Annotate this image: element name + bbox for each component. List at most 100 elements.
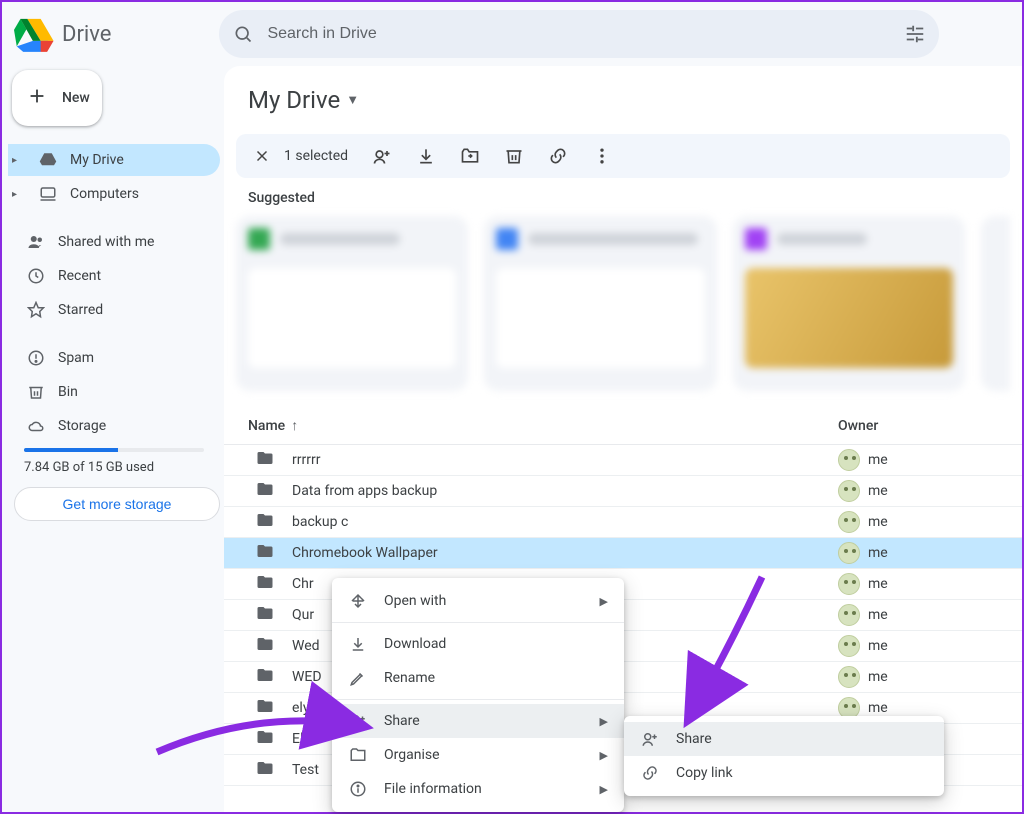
open-with-icon — [348, 592, 368, 610]
share-submenu: Share Copy link — [624, 716, 944, 796]
pencil-icon — [348, 669, 368, 687]
owner-cell: me — [838, 666, 998, 688]
clock-icon — [26, 267, 46, 285]
search-input[interactable] — [255, 25, 903, 43]
submenu-label: Share — [676, 731, 712, 747]
owner-cell: me — [838, 573, 998, 595]
move-selection-button[interactable] — [452, 138, 488, 174]
folder-icon — [256, 573, 276, 595]
product-name: Drive — [62, 22, 111, 47]
chevron-right-icon: ▶ — [600, 749, 608, 762]
menu-open-with[interactable]: Open with ▶ — [332, 584, 624, 618]
breadcrumb[interactable]: My Drive ▼ — [238, 82, 369, 118]
table-row[interactable]: rrrrrr me — [224, 445, 1022, 476]
submenu-copy-link[interactable]: Copy link — [624, 756, 944, 790]
search-bar[interactable] — [219, 10, 939, 58]
menu-share[interactable]: Share ▶ — [332, 704, 624, 738]
owner-cell: me — [838, 511, 998, 533]
sidebar-item-bin[interactable]: Bin — [8, 376, 220, 408]
menu-label: File information — [384, 781, 482, 797]
owner-label: me — [868, 545, 888, 561]
sidebar-item-label: Starred — [58, 302, 103, 318]
get-storage-button[interactable]: Get more storage — [14, 487, 220, 521]
download-icon — [348, 635, 368, 653]
share-selection-button[interactable] — [364, 138, 400, 174]
new-button[interactable]: New — [12, 70, 102, 126]
clear-selection-button[interactable] — [248, 142, 276, 170]
owner-label: me — [868, 669, 888, 685]
download-selection-button[interactable] — [408, 138, 444, 174]
file-name: Chromebook Wallpaper — [292, 545, 838, 561]
menu-download[interactable]: Download — [332, 627, 624, 661]
sidebar-item-spam[interactable]: Spam — [8, 342, 220, 374]
sidebar-item-starred[interactable]: Starred — [8, 294, 220, 326]
table-row[interactable]: backup cme — [224, 507, 1022, 538]
menu-file-info[interactable]: File information ▶ — [332, 772, 624, 806]
menu-label: Share — [384, 713, 420, 729]
menu-rename[interactable]: Rename — [332, 661, 624, 695]
avatar-icon — [838, 666, 860, 688]
sidebar-item-computers[interactable]: ▸ Computers — [8, 178, 220, 210]
chevron-right-icon[interactable]: ▸ — [12, 155, 26, 166]
owner-cell: me — [838, 542, 998, 564]
search-options-icon[interactable] — [903, 22, 927, 46]
suggested-heading: Suggested — [248, 190, 1022, 206]
sidebar-item-label: Storage — [58, 418, 106, 434]
delete-selection-button[interactable] — [496, 138, 532, 174]
folder-icon — [256, 666, 276, 688]
trash-icon — [26, 383, 46, 401]
avatar-icon — [838, 480, 860, 502]
sidebar-item-my-drive[interactable]: ▸ My Drive — [8, 144, 220, 176]
storage-bar — [24, 448, 204, 452]
submenu-label: Copy link — [676, 765, 733, 781]
col-owner-label[interactable]: Owner — [838, 418, 998, 434]
sidebar-item-label: Spam — [58, 350, 94, 366]
sort-arrow-icon[interactable]: ↑ — [291, 417, 298, 434]
product-brand[interactable]: Drive — [14, 14, 111, 54]
caret-down-icon: ▼ — [346, 92, 359, 108]
folder-icon — [256, 728, 276, 750]
more-selection-button[interactable] — [584, 138, 620, 174]
folder-icon — [256, 759, 276, 781]
search-icon — [231, 22, 255, 46]
avatar-icon — [838, 511, 860, 533]
sidebar-item-storage[interactable]: Storage — [8, 410, 220, 442]
menu-organise[interactable]: Organise ▶ — [332, 738, 624, 772]
file-name: rrrrrr — [292, 452, 838, 468]
folder-icon — [256, 604, 276, 626]
table-row[interactable]: Chromebook Wallpaper me — [224, 538, 1022, 569]
owner-label: me — [868, 638, 888, 654]
chevron-right-icon: ▶ — [600, 715, 608, 728]
computers-icon — [38, 185, 58, 203]
menu-label: Download — [384, 636, 446, 652]
folder-icon — [256, 480, 276, 502]
owner-label: me — [868, 607, 888, 623]
new-button-label: New — [62, 90, 90, 106]
suggested-card[interactable] — [733, 216, 965, 391]
context-menu: Open with ▶ Download Rename Share ▶ Orga… — [332, 578, 624, 812]
app-header: Drive — [2, 2, 1022, 66]
chevron-right-icon: ▶ — [600, 595, 608, 608]
suggested-card-edge — [981, 216, 1010, 391]
col-name-label[interactable]: Name — [248, 418, 285, 434]
chevron-right-icon[interactable]: ▸ — [12, 189, 26, 200]
suggested-card[interactable] — [484, 216, 716, 391]
owner-label: me — [868, 452, 888, 468]
owner-cell: me — [838, 604, 998, 626]
file-name: Data from apps backup — [292, 483, 838, 499]
sidebar-item-shared[interactable]: Shared with me — [8, 226, 220, 258]
plus-icon — [26, 85, 48, 111]
table-row[interactable]: Data from apps backup me — [224, 476, 1022, 507]
submenu-share[interactable]: Share — [624, 722, 944, 756]
file-name: backup c — [292, 514, 838, 530]
link-selection-button[interactable] — [540, 138, 576, 174]
avatar-icon — [838, 635, 860, 657]
selection-count: 1 selected — [284, 148, 348, 164]
folder-icon — [256, 511, 276, 533]
owner-label: me — [868, 700, 888, 716]
sidebar-item-recent[interactable]: Recent — [8, 260, 220, 292]
owner-label: me — [868, 483, 888, 499]
avatar-icon — [838, 542, 860, 564]
suggested-card[interactable] — [236, 216, 468, 391]
folder-icon — [256, 697, 276, 719]
